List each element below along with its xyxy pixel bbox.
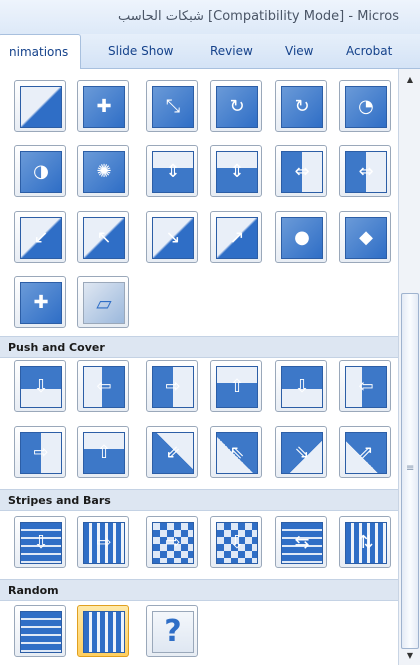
transition-tile[interactable]: ⇦	[77, 360, 129, 412]
transition-tile[interactable]: ⇘	[275, 426, 327, 478]
transition-tile[interactable]: ●	[275, 211, 327, 263]
transition-tile[interactable]: ⇖	[210, 426, 262, 478]
transition-tile[interactable]: ⇆	[275, 516, 327, 568]
section-header-stripes-and-bars: Stripes and Bars	[0, 489, 398, 511]
transition-tile[interactable]: ◆	[339, 211, 391, 263]
tab-animations[interactable]: nimations	[0, 34, 82, 70]
title-bar: شبكات الحاسب [Compatibility Mode] - Micr…	[0, 0, 420, 34]
transition-tile[interactable]: ⇕	[210, 145, 262, 197]
section-header-push-and-cover: Push and Cover	[0, 336, 398, 358]
transition-tile[interactable]: ↖	[77, 211, 129, 263]
transition-tile[interactable]: ⇨	[146, 516, 198, 568]
transition-tile[interactable]: ◑	[14, 145, 66, 197]
transition-tile[interactable]: ⇩	[275, 360, 327, 412]
transition-tile[interactable]: ⇨	[14, 426, 66, 478]
transition-tile[interactable]: ⇨	[146, 360, 198, 412]
transition-tile[interactable]: ⇙	[146, 426, 198, 478]
transition-tile[interactable]: ⇩	[14, 516, 66, 568]
transition-tile[interactable]: ⇗	[339, 426, 391, 478]
transition-tile[interactable]: ⇕	[146, 145, 198, 197]
transition-tile[interactable]: ⇩	[14, 360, 66, 412]
transition-tile[interactable]: ⇩	[210, 516, 262, 568]
transition-tile[interactable]: ▱	[77, 276, 129, 328]
scrollbar-thumb[interactable]: ≡	[401, 293, 419, 649]
transition-gallery: ✚ ⤡ ↻ ↻ ◔ ◑ ✺ ⇕ ⇕ ⇔ ⇔ ↙ ↖ ↘ ↗ ● ◆ ✚ ▱ Pu…	[0, 69, 398, 665]
transition-tile-random-bars-horizontal[interactable]	[14, 605, 66, 657]
transition-tile[interactable]: ↻	[275, 80, 327, 132]
vertical-scrollbar[interactable]: ▲ ≡ ▼	[398, 69, 420, 665]
question-mark-icon: ?	[164, 614, 182, 649]
transition-tile[interactable]: ◔	[339, 80, 391, 132]
transition-tile[interactable]: ⇦	[339, 360, 391, 412]
transition-tile[interactable]	[14, 80, 66, 132]
transition-tile-random-bars-vertical[interactable]	[77, 605, 129, 657]
transition-tile[interactable]: ✚	[14, 276, 66, 328]
scroll-up-arrow-icon[interactable]: ▲	[403, 75, 417, 84]
transition-tile[interactable]: ↙	[14, 211, 66, 263]
transition-tile[interactable]: ⇔	[275, 145, 327, 197]
section-header-random: Random	[0, 579, 398, 601]
transition-tile-random[interactable]: ?	[146, 605, 198, 657]
transition-tile[interactable]: ⇧	[210, 360, 262, 412]
tab-view[interactable]: View	[285, 34, 313, 68]
transition-tile[interactable]: ↘	[146, 211, 198, 263]
transition-tile[interactable]: ⇧	[77, 426, 129, 478]
grip-icon: ≡	[406, 463, 415, 474]
ribbon-tabs: nimations Slide Show Review View Acrobat	[0, 34, 420, 70]
transition-tile[interactable]: ⇅	[339, 516, 391, 568]
scroll-down-arrow-icon[interactable]: ▼	[403, 651, 417, 660]
transition-tile[interactable]: ⤡	[146, 80, 198, 132]
window-title: شبكات الحاسب [Compatibility Mode] - Micr…	[118, 9, 399, 24]
transition-tile[interactable]: ⇔	[339, 145, 391, 197]
transition-tile[interactable]: ↗	[210, 211, 262, 263]
tab-slide-show[interactable]: Slide Show	[108, 34, 173, 68]
transition-tile[interactable]: ✚	[77, 80, 129, 132]
transition-tile[interactable]: ↻	[210, 80, 262, 132]
transition-tile[interactable]: ⇨	[77, 516, 129, 568]
transition-tile[interactable]: ✺	[77, 145, 129, 197]
tab-review[interactable]: Review	[210, 34, 253, 68]
tab-acrobat[interactable]: Acrobat	[346, 34, 392, 68]
